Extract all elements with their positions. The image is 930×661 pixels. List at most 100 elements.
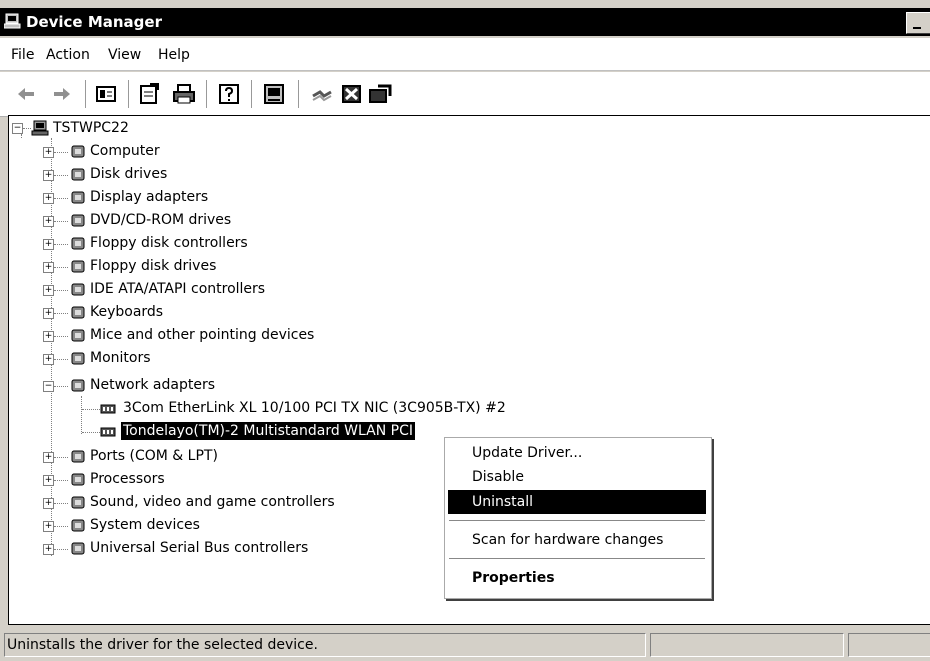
menu-view[interactable]: View bbox=[108, 47, 141, 63]
display-adapter-icon bbox=[71, 191, 85, 204]
collapse-icon[interactable]: − bbox=[43, 381, 54, 392]
menu-item-properties[interactable]: Properties bbox=[448, 566, 706, 590]
collapse-icon[interactable]: − bbox=[12, 123, 23, 134]
tree-line bbox=[54, 290, 68, 291]
floppy-controller-icon bbox=[71, 237, 85, 250]
tree-item-ide-ata-atapi-controllers[interactable]: + IDE ATA/ATAPI controllers bbox=[9, 279, 429, 301]
tree-item-label: Computer bbox=[90, 143, 160, 159]
device-manager-icon bbox=[4, 13, 21, 29]
port-icon bbox=[71, 450, 85, 463]
dvd-drive-icon bbox=[71, 214, 85, 227]
tree-item-sound-video-and-game-controllers[interactable]: + Sound, video and game controllers bbox=[9, 492, 429, 514]
tree-item-label: Display adapters bbox=[90, 189, 209, 205]
system-device-icon bbox=[71, 519, 85, 532]
tree-line bbox=[23, 128, 31, 129]
expand-icon[interactable]: + bbox=[43, 331, 54, 342]
tree-item-computer[interactable]: + Computer bbox=[9, 141, 429, 163]
tree-item-display-adapters[interactable]: + Display adapters bbox=[9, 187, 429, 209]
expand-icon[interactable]: + bbox=[43, 239, 54, 250]
print-icon[interactable] bbox=[172, 82, 196, 106]
menu-separator bbox=[449, 520, 705, 522]
status-panel-main: Uninstalls the driver for the selected d… bbox=[4, 633, 646, 657]
update-driver-icon[interactable] bbox=[368, 82, 392, 106]
tree-item-monitors[interactable]: + Monitors bbox=[9, 348, 429, 370]
menu-action[interactable]: Action bbox=[46, 47, 90, 63]
properties-icon[interactable] bbox=[137, 82, 161, 106]
expand-icon[interactable]: + bbox=[43, 354, 54, 365]
tree-item-label: Disk drives bbox=[90, 166, 168, 182]
tree-item-label: DVD/CD-ROM drives bbox=[90, 212, 232, 228]
tree-item-keyboards[interactable]: + Keyboards bbox=[9, 302, 429, 324]
tree-line bbox=[54, 221, 68, 222]
menu-help[interactable]: Help bbox=[158, 47, 190, 63]
expand-icon[interactable]: + bbox=[43, 262, 54, 273]
uninstall-icon[interactable] bbox=[310, 82, 334, 106]
tree-item-3com-nic[interactable]: 3Com EtherLink XL 10/100 PCI TX NIC (3C9… bbox=[9, 398, 609, 420]
mouse-icon bbox=[71, 329, 85, 342]
expand-icon[interactable]: + bbox=[43, 544, 54, 555]
menu-bar: File Action View Help bbox=[0, 38, 930, 71]
tree-line bbox=[54, 267, 68, 268]
toolbar-separator bbox=[85, 80, 87, 108]
expand-icon[interactable]: + bbox=[43, 521, 54, 532]
tree-line bbox=[54, 359, 68, 360]
tree-line bbox=[82, 409, 100, 410]
expand-icon[interactable]: + bbox=[43, 170, 54, 181]
tree-line bbox=[54, 549, 68, 550]
tree-item-processors[interactable]: + Processors bbox=[9, 469, 429, 491]
disable-icon[interactable] bbox=[340, 82, 364, 106]
tree-item-ports-com-lpt[interactable]: + Ports (COM & LPT) bbox=[9, 446, 429, 468]
tree-item-label: Monitors bbox=[90, 350, 151, 366]
device-manager-window: Device Manager File Action View Help − T… bbox=[0, 0, 930, 661]
menu-item-update-driver[interactable]: Update Driver... bbox=[448, 441, 706, 465]
toolbar-separator bbox=[298, 80, 300, 108]
expand-icon[interactable]: + bbox=[43, 475, 54, 486]
expand-icon[interactable]: + bbox=[43, 216, 54, 227]
show-hide-console-tree-icon[interactable] bbox=[94, 82, 118, 106]
context-menu: Update Driver... Disable Uninstall Scan … bbox=[444, 437, 712, 599]
expand-icon[interactable]: + bbox=[43, 193, 54, 204]
title-bar[interactable]: Device Manager bbox=[0, 8, 930, 36]
tree-item-floppy-disk-drives[interactable]: + Floppy disk drives bbox=[9, 256, 429, 278]
minimize-button[interactable] bbox=[906, 12, 930, 34]
help-icon[interactable] bbox=[217, 82, 241, 106]
menu-file[interactable]: File bbox=[11, 47, 34, 63]
tree-item-label-selected: Tondelayo(TM)-2 Multistandard WLAN PCI bbox=[121, 422, 415, 440]
processor-icon bbox=[71, 473, 85, 486]
expand-icon[interactable]: + bbox=[43, 147, 54, 158]
status-text: Uninstalls the driver for the selected d… bbox=[7, 637, 318, 653]
tree-item-floppy-disk-controllers[interactable]: + Floppy disk controllers bbox=[9, 233, 429, 255]
scan-hardware-icon[interactable] bbox=[262, 82, 286, 106]
expand-icon[interactable]: + bbox=[43, 308, 54, 319]
menu-separator bbox=[449, 558, 705, 560]
tree-item-network-adapters[interactable]: − Network adapters bbox=[9, 375, 429, 397]
tree-item-label: Universal Serial Bus controllers bbox=[90, 540, 309, 556]
menu-item-uninstall[interactable]: Uninstall bbox=[448, 490, 706, 514]
tree-line bbox=[54, 386, 68, 387]
tree-root[interactable]: − TSTWPC22 bbox=[9, 118, 409, 140]
status-panel-2 bbox=[650, 633, 844, 657]
back-arrow-icon[interactable] bbox=[14, 82, 38, 106]
sound-icon bbox=[71, 496, 85, 509]
menu-item-disable[interactable]: Disable bbox=[448, 465, 706, 489]
tree-item-label: IDE ATA/ATAPI controllers bbox=[90, 281, 266, 297]
tree-item-system-devices[interactable]: + System devices bbox=[9, 515, 429, 537]
tree-item-universal-serial-bus-controllers[interactable]: + Universal Serial Bus controllers bbox=[9, 538, 429, 560]
toolbar-separator bbox=[251, 80, 253, 108]
tree-line bbox=[54, 313, 68, 314]
usb-icon bbox=[71, 542, 85, 555]
tree-item-mice-and-other-pointing-devices[interactable]: + Mice and other pointing devices bbox=[9, 325, 429, 347]
keyboard-icon bbox=[71, 306, 85, 319]
tree-item-label: Mice and other pointing devices bbox=[90, 327, 315, 343]
computer-icon bbox=[31, 120, 49, 136]
toolbar bbox=[0, 72, 930, 117]
menu-item-scan-hardware[interactable]: Scan for hardware changes bbox=[448, 528, 706, 552]
ide-controller-icon bbox=[71, 283, 85, 296]
forward-arrow-icon[interactable] bbox=[50, 82, 74, 106]
expand-icon[interactable]: + bbox=[43, 452, 54, 463]
expand-icon[interactable]: + bbox=[43, 498, 54, 509]
expand-icon[interactable]: + bbox=[43, 285, 54, 296]
status-bar: Uninstalls the driver for the selected d… bbox=[0, 630, 930, 661]
tree-item-disk-drives[interactable]: + Disk drives bbox=[9, 164, 429, 186]
tree-item-dvd-cd-rom-drives[interactable]: + DVD/CD-ROM drives bbox=[9, 210, 429, 232]
